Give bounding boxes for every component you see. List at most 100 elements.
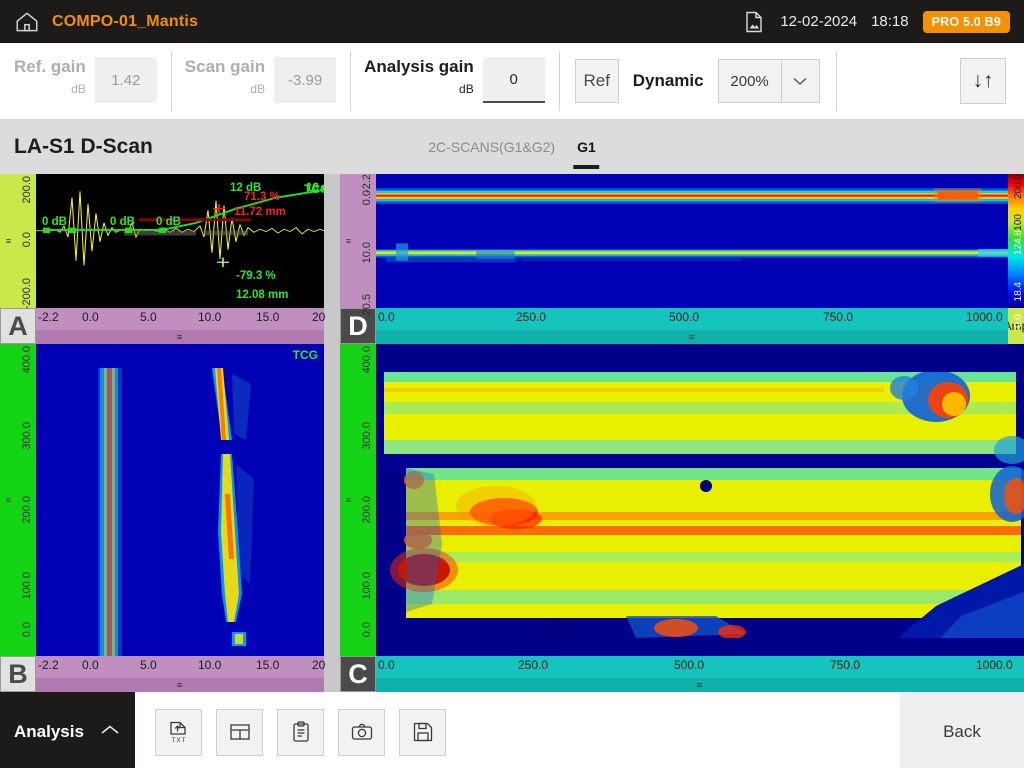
scan-gain-label: Scan gain xyxy=(184,57,266,76)
a-scan-y-tick: 0.0 xyxy=(21,232,33,248)
b-scan-tcg-tag: TCG xyxy=(292,348,318,362)
a-scan-vertical-rail[interactable]: ≡ xyxy=(0,174,18,308)
d-scan-x-tick: 500.0 xyxy=(669,310,700,324)
a-scan-y-tick: 200.0 xyxy=(21,176,33,204)
a-scan-horizontal-rail[interactable]: ≡ xyxy=(36,330,324,344)
amp-scale-tick: 18.4 xyxy=(1013,282,1024,302)
analysis-menu-button[interactable]: Analysis xyxy=(0,692,135,768)
home-icon[interactable] xyxy=(14,9,40,35)
drag-handle-icon[interactable]: ≡ xyxy=(697,680,703,690)
ref-gain-value[interactable]: 1.42 xyxy=(94,57,157,103)
amp-scale-tick: 124.8 xyxy=(1013,230,1024,256)
d-scan-plot[interactable] xyxy=(376,174,1008,308)
c-scan-y-tick: 100.0 xyxy=(361,572,373,600)
a-scan-y-tick: -200.0 xyxy=(21,278,33,310)
b-scan-y-tick: 200.0 xyxy=(21,496,33,524)
b-scan-plot[interactable]: TCG xyxy=(36,344,324,656)
d-scan-y-tick: 0.0 xyxy=(361,190,373,206)
d-scan-y-axis: -2.2 0.0 10.0 20.5 xyxy=(358,174,376,315)
chevron-up-icon[interactable] xyxy=(99,723,121,742)
export-txt-button[interactable]: TXT xyxy=(155,708,202,756)
b-scan-horizontal-rail[interactable]: ≡ xyxy=(36,678,324,692)
c-scan-vertical-rail[interactable]: ≡ xyxy=(340,344,358,656)
c-scan-x-tick: 750.0 xyxy=(830,658,861,672)
d-scan-panel: ≡ -2.2 0.0 10.0 20.5 200.0 100 124.8 18.… xyxy=(340,174,1024,344)
drag-handle-icon[interactable]: ≡ xyxy=(689,332,695,342)
c-scan-x-tick: 250.0 xyxy=(518,658,549,672)
a-scan-annotation-0db-2: 0 dB xyxy=(110,216,135,228)
a-scan-x-tick: -2.2 xyxy=(38,310,59,324)
page-title: LA-S1 D-Scan xyxy=(14,135,153,158)
view-title-bar: LA-S1 D-Scan 2C-SCANS(G1&G2) G1 xyxy=(0,120,1024,174)
ref-gain-group: Ref. gain dB 1.42 xyxy=(0,43,171,119)
c-scan-x-tick: 1000.0 xyxy=(976,658,1013,672)
system-date: 12-02-2024 xyxy=(780,13,858,30)
drag-handle-icon[interactable]: ≡ xyxy=(177,332,183,342)
save-button[interactable] xyxy=(399,708,446,756)
a-scan-corner-spacer xyxy=(324,308,340,330)
ref-gain-unit: dB xyxy=(71,82,86,96)
sort-updown-icon[interactable]: ↓↑ xyxy=(960,58,1006,104)
d-scan-horizontal-rail[interactable]: ≡ xyxy=(376,330,1008,344)
c-scan-horizontal-rail[interactable]: ≡ xyxy=(376,678,1024,692)
dynamic-select[interactable]: 200% xyxy=(717,59,820,103)
version-badge: PRO 5.0 B9 xyxy=(922,10,1010,33)
drag-handle-icon[interactable]: ≡ xyxy=(177,680,183,690)
chevron-down-icon[interactable] xyxy=(780,60,819,102)
a-scan-x-tick: 10.0 xyxy=(198,310,222,324)
drag-handle-icon[interactable]: ≡ xyxy=(346,236,352,246)
analysis-gain-input[interactable]: 0 xyxy=(482,57,545,103)
topbar-status-group: 12-02-2024 18:18 PRO 5.0 B9 xyxy=(742,10,1010,34)
b-scan-y-tick: 400.0 xyxy=(21,346,33,374)
analysis-gain-labels: Analysis gain dB xyxy=(364,57,483,97)
a-scan-plot[interactable]: 0 dB 0 dB 0 dB 12 dB 16 dB TCG 71.3 % 11… xyxy=(36,174,324,308)
a-scan-tcg-tag: TCG xyxy=(304,182,324,196)
drag-handle-icon[interactable]: ≡ xyxy=(6,495,12,505)
a-scan-x-axis: -2.2 0.0 5.0 10.0 15.0 20 xyxy=(36,308,326,330)
drag-handle-icon[interactable]: ≡ xyxy=(346,495,352,505)
scan-gain-unit: dB xyxy=(250,82,266,96)
analysis-gain-unit: dB xyxy=(459,82,474,96)
c-scan-x-tick: 0.0 xyxy=(378,658,395,672)
drag-handle-icon[interactable]: ≡ xyxy=(6,236,12,246)
image-file-icon[interactable] xyxy=(742,10,766,34)
dynamic-label: Dynamic xyxy=(632,71,704,90)
b-scan-right-spacer xyxy=(324,344,340,656)
layout-button[interactable] xyxy=(216,708,263,756)
scan-gain-group: Scan gain dB -3.99 xyxy=(170,43,350,119)
d-scan-x-axis: 0.0 250.0 500.0 750.0 1000.0 xyxy=(376,308,1008,330)
svg-text:TXT: TXT xyxy=(171,737,186,744)
amp-scale-tick: 0.0 xyxy=(1013,314,1024,328)
c-scan-letter[interactable]: C xyxy=(340,656,376,692)
tab-g1[interactable]: G1 xyxy=(577,120,596,174)
b-scan-vertical-rail[interactable]: ≡ xyxy=(0,344,18,656)
toolbar-spacer xyxy=(835,43,960,119)
back-button[interactable]: Back xyxy=(900,692,1024,768)
a-scan-letter[interactable]: A xyxy=(0,308,36,344)
c-scan-x-tick: 500.0 xyxy=(674,658,705,672)
project-title: COMPO-01_Mantis xyxy=(52,12,199,30)
a-scan-annotation-depth-green: 12.08 mm xyxy=(236,289,289,301)
a-scan-x-tick: 20 xyxy=(312,310,326,324)
gain-toolbar: Ref. gain dB 1.42 Scan gain dB -3.99 Ana… xyxy=(0,43,1024,120)
b-scan-letter[interactable]: B xyxy=(0,656,36,692)
ref-gain-labels: Ref. gain dB xyxy=(14,57,95,97)
report-button[interactable] xyxy=(277,708,324,756)
system-time: 18:18 xyxy=(871,13,909,30)
c-scan-y-tick: 200.0 xyxy=(361,496,373,524)
scan-gain-value[interactable]: -3.99 xyxy=(274,57,337,103)
d-scan-vertical-rail[interactable]: ≡ xyxy=(340,174,358,308)
dynamic-select-value: 200% xyxy=(730,72,769,90)
analysis-gain-label: Analysis gain xyxy=(364,57,474,76)
tab-2c-scans[interactable]: 2C-SCANS(G1&G2) xyxy=(428,120,555,174)
b-scan-y-tick: 100.0 xyxy=(21,572,33,600)
a-scan-y-axis: 200.0 0.0 -200.0 xyxy=(18,174,36,310)
ref-button[interactable]: Ref xyxy=(574,59,619,103)
b-scan-rail-spacer xyxy=(324,678,340,692)
c-scan-plot[interactable] xyxy=(376,344,1024,656)
a-scan-annotation-depth-red: 11.72 mm xyxy=(234,206,286,218)
d-scan-x-tick: 750.0 xyxy=(823,310,854,324)
b-scan-corner-spacer xyxy=(324,656,340,678)
screenshot-button[interactable] xyxy=(338,708,385,756)
view-tab-group: 2C-SCANS(G1&G2) G1 xyxy=(428,120,596,174)
